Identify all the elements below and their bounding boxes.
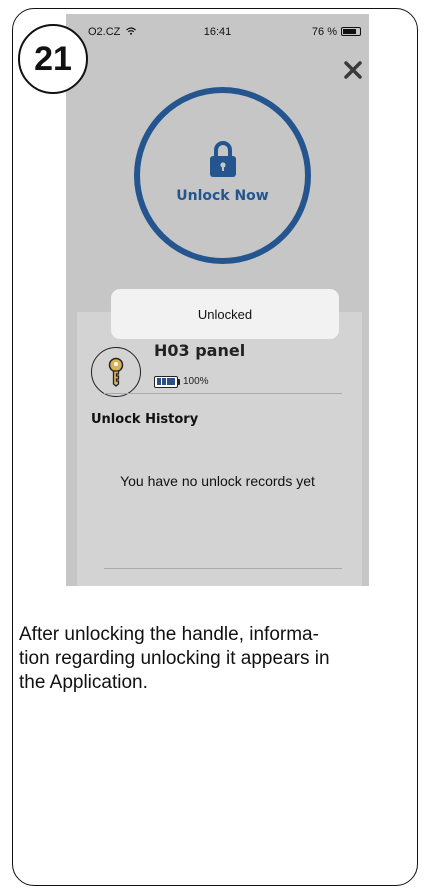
unlock-history-empty-message: You have no unlock records yet: [120, 473, 315, 489]
step-number-badge: 21: [18, 24, 88, 94]
divider: [104, 568, 342, 569]
close-icon[interactable]: [340, 57, 366, 83]
device-name: H03 panel: [154, 341, 246, 360]
unlock-now-label: Unlock Now: [176, 187, 269, 204]
battery-icon: [341, 27, 361, 36]
device-avatar: [91, 347, 141, 397]
caption-line: the Application.: [19, 672, 148, 693]
caption-line: After unlocking the handle, informa-: [19, 624, 319, 645]
divider: [104, 393, 342, 394]
toast-text: Unlocked: [197, 306, 253, 322]
unlock-now-button[interactable]: Unlock Now: [134, 87, 311, 264]
unlocked-toast: Unlocked: [111, 289, 339, 339]
lock-icon: [209, 140, 236, 177]
status-battery-percent: 76 %: [311, 26, 337, 38]
phone-screenshot: O2.CZ 16:41 76 % Unlock Now H03 panel 10…: [66, 14, 369, 586]
caption-line: tion regarding unlocking it appears in: [19, 648, 330, 669]
device-battery-tip: [177, 379, 180, 385]
unlock-history-title: Unlock History: [91, 412, 199, 427]
key-icon: [108, 357, 124, 387]
device-battery-percent: 100%: [183, 376, 209, 387]
device-battery-icon: [154, 376, 178, 388]
status-bar: O2.CZ 16:41 76 %: [66, 14, 369, 44]
instruction-caption: After unlocking the handle, informa- tio…: [19, 623, 399, 695]
